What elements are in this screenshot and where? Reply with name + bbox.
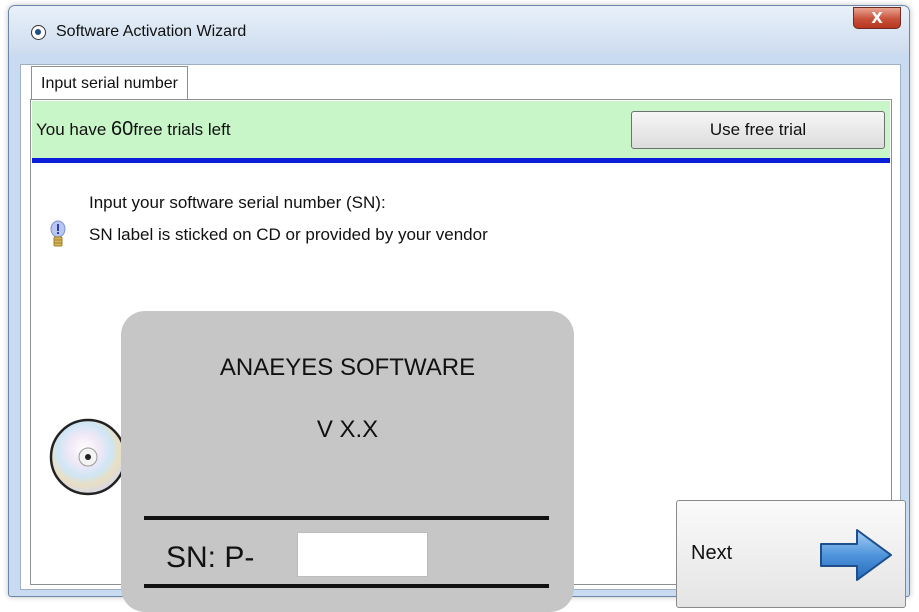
divider-line-top — [144, 516, 549, 520]
radio-button-icon — [31, 25, 46, 40]
cd-label-card: ANAEYES SOFTWARE V X.X SN: P- — [121, 311, 574, 612]
arrow-right-icon — [820, 529, 892, 581]
serial-instruction: Input your software serial number (SN): — [89, 193, 386, 212]
next-label: Next — [691, 542, 733, 564]
window-title: Software Activation Wizard — [56, 23, 247, 40]
cd-disc-icon — [49, 418, 127, 496]
trial-prefix: You have — [36, 120, 111, 139]
divider-line-bottom — [144, 584, 549, 588]
tab-panel: You have 60free trials left Use free tri… — [30, 99, 906, 612]
tab-input-serial-number[interactable]: Input serial number — [31, 66, 188, 100]
next-button[interactable]: Next — [676, 500, 906, 608]
trial-message: You have 60free trials left — [36, 118, 231, 141]
title-bar[interactable]: Software Activation Wizard X — [9, 6, 909, 54]
version-label: V X.X — [316, 416, 379, 443]
client-area: Input serial number You have 60free tria… — [20, 64, 906, 612]
close-button[interactable]: X — [853, 7, 901, 29]
sn-prefix-label: SN: P- — [166, 541, 255, 574]
serial-number-input[interactable] — [297, 532, 428, 577]
use-free-trial-button[interactable]: Use free trial — [631, 111, 885, 149]
trial-count: 60 — [111, 118, 134, 140]
trial-suffix: free trials left — [133, 120, 231, 139]
serial-hint: SN label is sticked on CD or provided by… — [89, 225, 488, 244]
close-icon: X — [871, 9, 883, 27]
divider — [32, 158, 890, 163]
lightbulb-icon — [50, 220, 66, 247]
activation-window: Software Activation Wizard X Input seria… — [8, 5, 910, 612]
brand-name: ANAEYES SOFTWARE — [219, 354, 476, 381]
trial-bar: You have 60free trials left Use free tri… — [32, 101, 890, 158]
